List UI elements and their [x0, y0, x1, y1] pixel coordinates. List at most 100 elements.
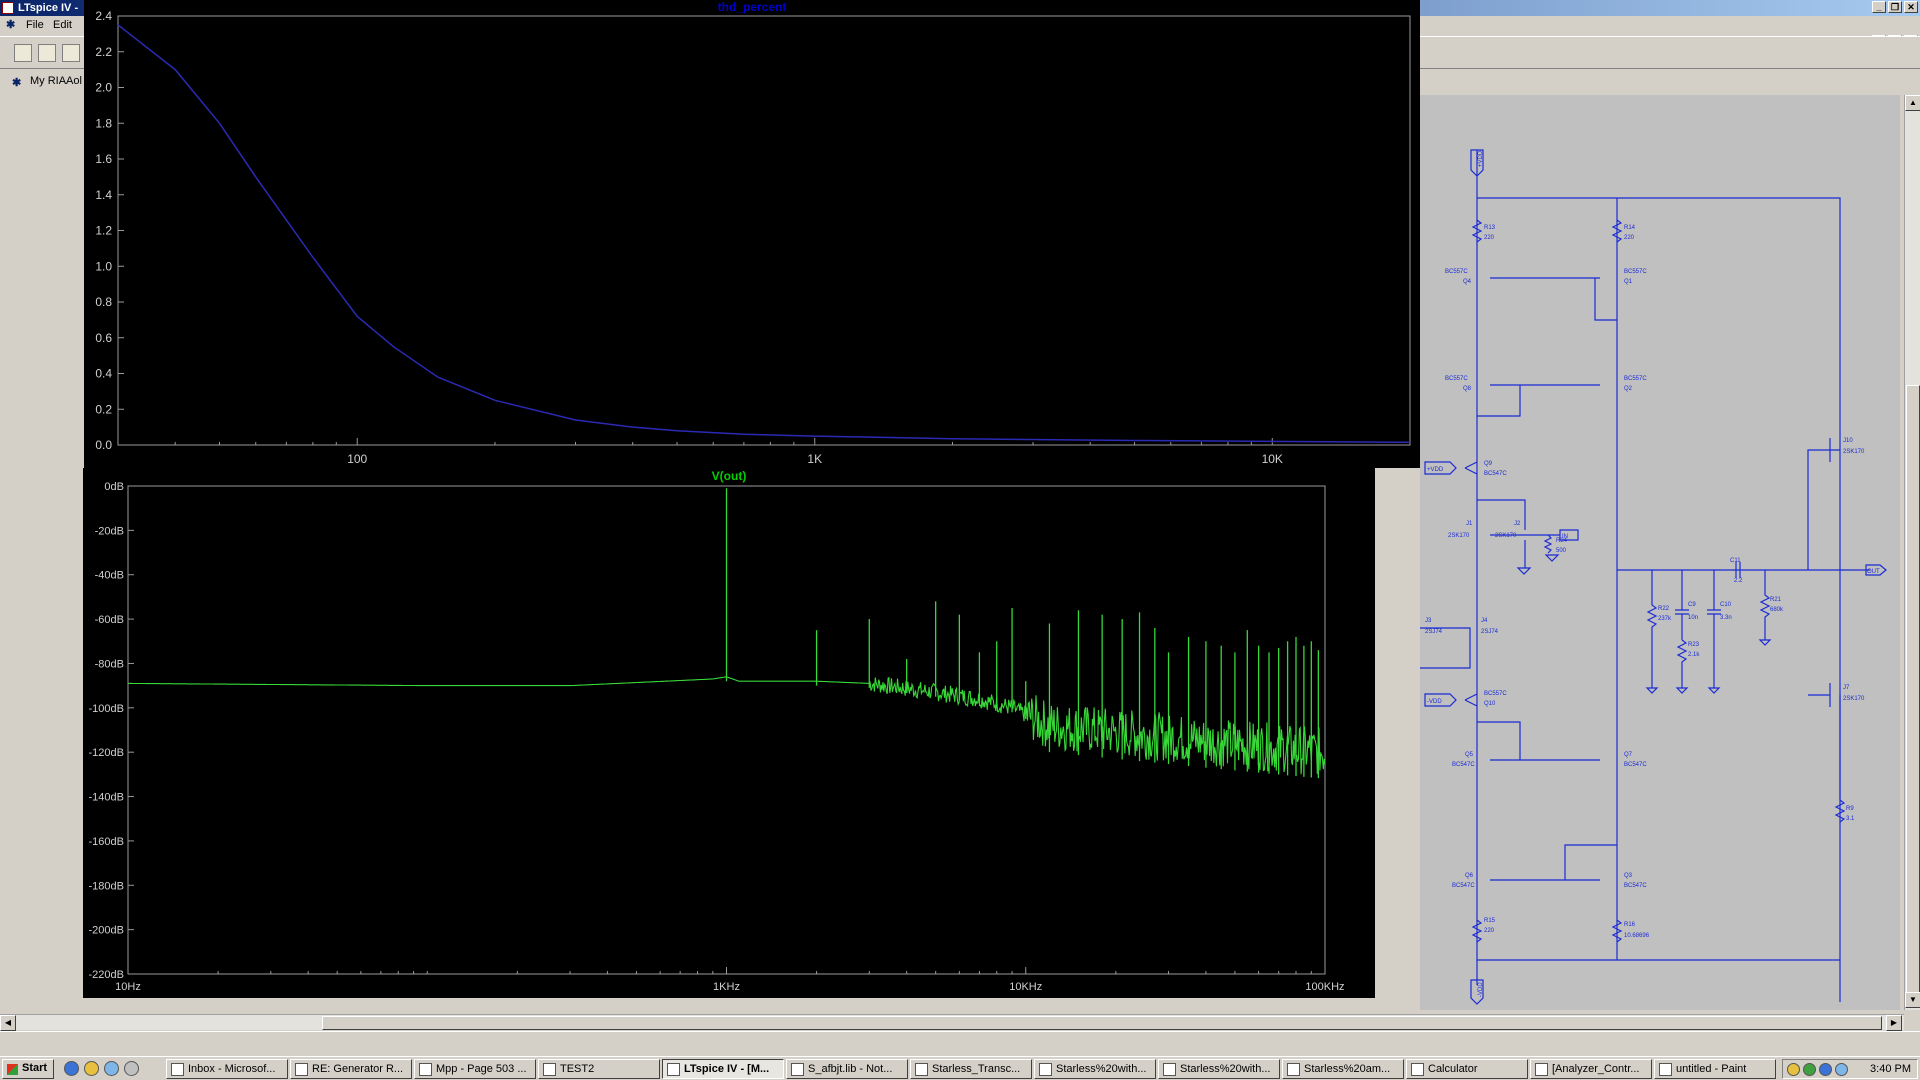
taskbar-button-label: Mpp - Page 503 ... — [436, 1063, 527, 1075]
thd-x-tick-label: 100 — [347, 452, 367, 466]
j7-model: 2SK170 — [1843, 696, 1865, 702]
taskbar-button-starless-with-2[interactable]: Starless%20with... — [1158, 1059, 1280, 1079]
restore-button[interactable]: ❐ — [1888, 1, 1902, 13]
r23-value: 2.1k — [1688, 652, 1700, 658]
q6-label: Q6 — [1465, 873, 1474, 879]
taskbar-button-paint[interactable]: untitled - Paint — [1654, 1059, 1776, 1079]
j2-model: 2SK170 — [1495, 533, 1517, 539]
taskbar-button-test2[interactable]: TEST2 — [538, 1059, 660, 1079]
ie-quicklaunch-icon[interactable] — [64, 1061, 79, 1076]
taskbar-button-starless-with-1[interactable]: Starless%20with... — [1034, 1059, 1156, 1079]
thd-y-tick-label: 0.0 — [95, 438, 112, 452]
fft-x-tick-label: 100KHz — [1305, 981, 1344, 993]
new-schematic-tool-icon[interactable] — [14, 44, 32, 62]
taskbar-button-ltspice[interactable]: LTspice IV - [M... — [662, 1059, 784, 1079]
taskbar-button-afbjt-lib[interactable]: S_afbjt.lib - Not... — [786, 1059, 908, 1079]
menu-edit[interactable]: Edit — [53, 19, 72, 31]
tray-security-icon[interactable] — [1819, 1063, 1832, 1076]
open-folder-tool-icon[interactable] — [38, 44, 56, 62]
taskbar-button-calculator[interactable]: Calculator — [1406, 1059, 1528, 1079]
tray-lock-icon[interactable] — [1787, 1063, 1800, 1076]
c10-value: 3.3n — [1720, 615, 1732, 621]
taskbar-app-icon — [171, 1063, 184, 1076]
taskbar-button-generator[interactable]: RE: Generator R... — [290, 1059, 412, 1079]
j1-model: 2SK170 — [1448, 533, 1470, 539]
horizontal-scroll-thumb[interactable] — [322, 1016, 1882, 1030]
taskbar-button-inbox[interactable]: Inbox - Microsof... — [166, 1059, 288, 1079]
j7-label: J7 — [1843, 685, 1850, 691]
r9-label: R9 — [1846, 806, 1854, 812]
mdi-doc-icon[interactable]: ✱ — [6, 18, 18, 31]
thd-y-tick-label: 0.8 — [95, 295, 112, 309]
r15-label: R15 — [1484, 918, 1496, 924]
taskbar-button-label: Starless%20with... — [1180, 1063, 1271, 1075]
taskbar-app-icon — [1163, 1063, 1176, 1076]
thd-y-tick-label: 0.4 — [95, 367, 112, 381]
browser-quicklaunch-icon[interactable] — [104, 1061, 119, 1076]
taskbar-app-icon — [543, 1063, 556, 1076]
j7-transistor — [1808, 683, 1841, 800]
q10-transistor — [1464, 693, 1478, 707]
tray-bluetooth-icon[interactable] — [1835, 1063, 1848, 1076]
j4-model: 2SJ74 — [1481, 629, 1499, 635]
schematic-canvas[interactable]: +VDD -VDD +VDD -VDD IN OUT R13 220 R14 2… — [1409, 95, 1900, 1010]
taskbar-button-starless-transc[interactable]: Starless_Transc... — [910, 1059, 1032, 1079]
fft-y-tick-label: -80dB — [95, 658, 124, 670]
taskbar-button-analyzer-contr[interactable]: [Analyzer_Contr... — [1530, 1059, 1652, 1079]
q5-model: BC547C — [1452, 762, 1475, 768]
j1-label: J1 — [1466, 521, 1473, 527]
q7-model: BC547C — [1624, 762, 1647, 768]
taskbar-button-label: RE: Generator R... — [312, 1063, 404, 1075]
fft-y-tick-label: -220dB — [89, 969, 124, 981]
ground-symbol-5 — [1707, 687, 1721, 694]
scroll-right-icon[interactable]: ▶ — [1886, 1015, 1902, 1031]
q8-q2-link — [1477, 384, 1600, 417]
taskbar-app-icon — [1535, 1063, 1548, 1076]
outlook-quicklaunch-icon[interactable] — [84, 1061, 99, 1076]
thd-x-tick-label: 1K — [807, 452, 822, 466]
q8-label: Q8 — [1463, 386, 1472, 392]
ground-symbol-6 — [1758, 639, 1772, 646]
out-label: OUT — [1867, 569, 1880, 575]
q7-label: Q7 — [1624, 752, 1633, 758]
taskbar-button-label: Starless_Transc... — [932, 1063, 1021, 1075]
taskbar: Start Inbox - Microsof... RE: Generator R… — [0, 1056, 1920, 1080]
fft-y-tick-label: -180dB — [89, 880, 124, 892]
close-button[interactable]: ✕ — [1904, 1, 1918, 13]
thd-plot-window[interactable]: thd_percent 0.0 0.2 0.4 0.6 0.8 1.0 1.2 1.4 1.6 1… — [84, 0, 1420, 468]
j4-label: J4 — [1481, 618, 1488, 624]
scroll-left-icon[interactable]: ◀ — [0, 1015, 16, 1031]
taskbar-app-icon — [915, 1063, 928, 1076]
media-quicklaunch-icon[interactable] — [124, 1061, 139, 1076]
q8-model: BC557C — [1445, 376, 1468, 382]
system-tray: 3:40 PM — [1782, 1059, 1918, 1079]
c10-capacitor — [1707, 570, 1721, 688]
r21-resistor — [1759, 570, 1771, 640]
fft-y-tick-label: -200dB — [89, 925, 124, 937]
taskbar-button-starless-am[interactable]: Starless%20am... — [1282, 1059, 1404, 1079]
menu-file[interactable]: File — [26, 19, 44, 31]
start-button[interactable]: Start — [2, 1059, 54, 1079]
r14-label: R14 — [1624, 225, 1636, 231]
scroll-down-icon[interactable]: ▼ — [1905, 992, 1920, 1008]
tray-network-icon[interactable] — [1803, 1063, 1816, 1076]
q10-label: Q10 — [1484, 701, 1496, 707]
taskbar-app-icon — [295, 1063, 308, 1076]
ground-symbol-2 — [1544, 554, 1560, 562]
fft-plot-window[interactable]: V(out) 0dB -20dB -40dB -60dB -80dB -100dB -120… — [83, 468, 1375, 998]
thd-plot-svg: 0.00.20.40.60.81.01.21.41.61.82.02.22.41… — [95, 9, 1411, 466]
q2-model: BC557C — [1624, 376, 1647, 382]
status-bar — [0, 1031, 1920, 1055]
tab-schematic[interactable]: ✱ My RIAAol — [4, 72, 88, 92]
minimize-button[interactable]: _ — [1872, 1, 1886, 13]
fft-y-tick-label: -140dB — [89, 792, 124, 804]
q3-label: Q3 — [1624, 873, 1633, 879]
taskbar-button-mpp[interactable]: Mpp - Page 503 ... — [414, 1059, 536, 1079]
vertical-scroll-thumb[interactable] — [1906, 385, 1920, 1000]
vertical-scrollbar[interactable]: ▲ ▼ — [1904, 95, 1920, 1010]
r14-value: 220 — [1624, 235, 1635, 241]
horizontal-scrollbar[interactable]: ◀ ▶ — [0, 1014, 1904, 1031]
ground-symbol-1 — [1516, 567, 1532, 575]
scroll-up-icon[interactable]: ▲ — [1905, 95, 1920, 111]
save-tool-icon[interactable] — [62, 44, 80, 62]
